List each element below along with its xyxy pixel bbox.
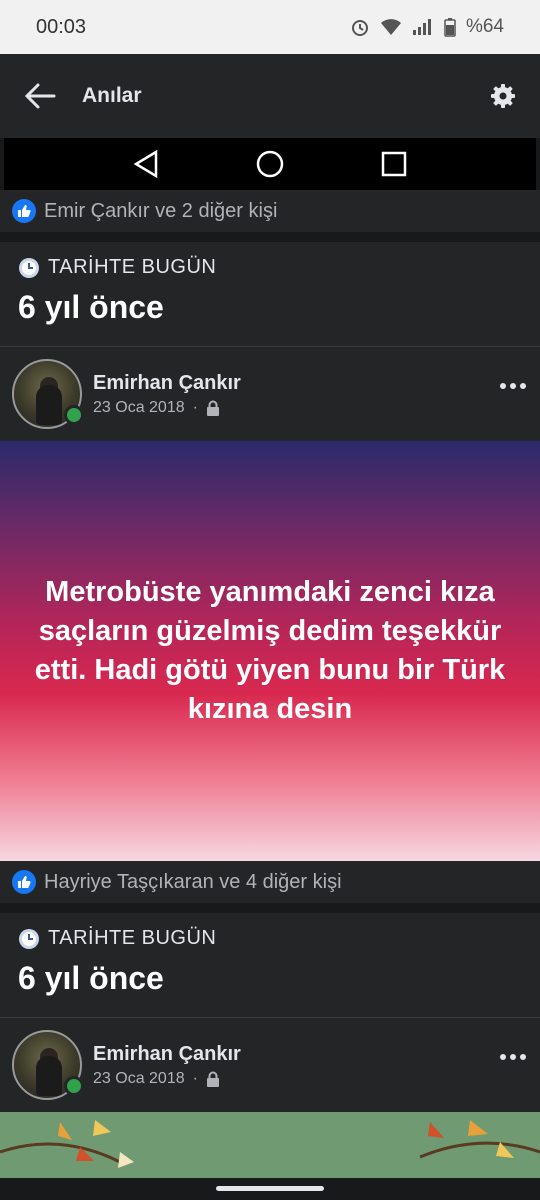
lock-icon xyxy=(206,1071,219,1087)
status-icons: %64 xyxy=(350,16,504,38)
post-date[interactable]: 23 Oca 2018 xyxy=(93,1070,185,1088)
leaves-decoration xyxy=(0,1120,540,1168)
clock-icon xyxy=(19,257,39,278)
likes-summary[interactable]: Hayriye Taşçıkaran ve 4 diğer kişi xyxy=(0,861,540,903)
triangle-back-icon xyxy=(133,150,157,178)
likes-text: Hayriye Taşçıkaran ve 4 diğer kişi xyxy=(44,870,342,893)
clock-icon xyxy=(19,928,39,949)
divider xyxy=(0,903,540,913)
post-image-autumn-leaves[interactable] xyxy=(0,1112,540,1178)
embedded-nav-strip xyxy=(4,138,536,190)
square-recents-icon xyxy=(382,151,407,177)
memory-years: 6 yıl önce xyxy=(18,960,164,996)
post-author[interactable]: Emirhan Çankır xyxy=(93,1043,528,1066)
like-icon xyxy=(12,199,36,223)
page-title: Anılar xyxy=(82,84,142,107)
like-icon xyxy=(12,870,36,894)
signal-icon xyxy=(412,19,431,35)
more-options-icon[interactable] xyxy=(500,1054,526,1060)
battery-level: %64 xyxy=(465,16,504,37)
post-author[interactable]: Emirhan Çankır xyxy=(93,372,528,395)
alarm-icon xyxy=(351,20,368,36)
avatar[interactable] xyxy=(12,1030,84,1100)
memory-label: TARİHTE BUGÜN xyxy=(48,927,217,949)
app-bar: Anılar xyxy=(0,54,540,138)
memory-label: TARİHTE BUGÜN xyxy=(48,256,217,278)
online-indicator xyxy=(64,1076,84,1096)
status-bar: 00:03 %64 xyxy=(0,0,540,54)
divider xyxy=(0,232,540,242)
circle-home-icon xyxy=(256,150,284,178)
back-arrow-icon[interactable] xyxy=(24,82,56,110)
memory-years: 6 yıl önce xyxy=(18,289,164,325)
lock-icon xyxy=(206,400,219,416)
online-indicator xyxy=(64,405,84,425)
post-text: Metrobüste yanımdaki zenci kıza saçların… xyxy=(34,575,506,726)
post-text-background: Metrobüste yanımdaki zenci kıza saçların… xyxy=(0,441,540,861)
memory-header: TARİHTE BUGÜN 6 yıl önce xyxy=(0,913,540,1018)
wifi-icon xyxy=(380,19,401,35)
likes-summary[interactable]: Emir Çankır ve 2 diğer kişi xyxy=(0,190,540,232)
more-options-icon[interactable] xyxy=(500,383,526,389)
likes-text: Emir Çankır ve 2 diğer kişi xyxy=(44,199,278,222)
avatar[interactable] xyxy=(12,359,84,429)
dot-separator: · xyxy=(192,1069,198,1087)
memory-header: TARİHTE BUGÜN 6 yıl önce xyxy=(0,242,540,347)
dot-separator: · xyxy=(192,398,198,416)
home-indicator[interactable] xyxy=(216,1186,324,1191)
status-time: 00:03 xyxy=(36,15,87,38)
post-header: Emirhan Çankır 23 Oca 2018 · xyxy=(0,1018,540,1112)
post-header: Emirhan Çankır 23 Oca 2018 · xyxy=(0,347,540,441)
gear-icon[interactable] xyxy=(490,83,516,109)
post-date[interactable]: 23 Oca 2018 xyxy=(93,399,185,417)
battery-icon xyxy=(444,18,456,37)
